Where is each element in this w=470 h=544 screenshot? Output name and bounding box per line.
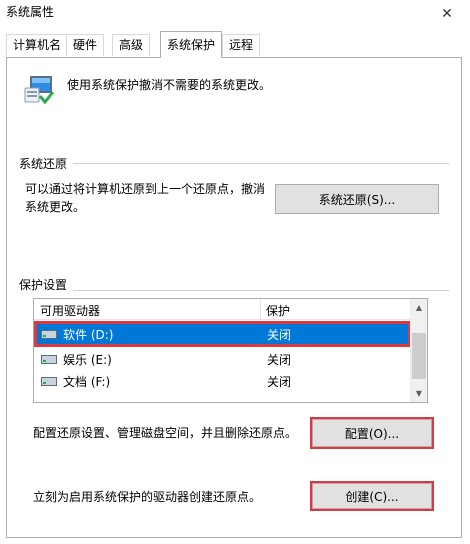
drive-row-f[interactable]: 文档 (F:) 关闭 [35, 370, 410, 392]
tab-remote[interactable]: 远程 [222, 34, 261, 56]
drive-icon [41, 377, 57, 386]
title-bar: 系统属性 ✕ [0, 0, 470, 28]
configure-button[interactable]: 配置(O)... [310, 417, 434, 449]
header-description: 使用系统保护撤消不需要的系统更改。 [67, 78, 272, 92]
window-title: 系统属性 [6, 5, 55, 19]
close-button[interactable]: ✕ [424, 0, 470, 28]
selected-row-highlight [34, 321, 411, 347]
drive-list[interactable]: 可用驱动器 保护 软件 (D:) 关闭 娱乐 (E:) 关闭 文档 (F:) 关… [33, 298, 428, 403]
config-description: 配置还原设置、管理磁盘空间，并且删除还原点。 [33, 426, 298, 440]
drive-protection-status: 关闭 [267, 353, 292, 367]
system-restore-button[interactable]: 系统还原(S)... [275, 184, 439, 214]
tab-advanced[interactable]: 高级 [112, 34, 151, 56]
protection-group-line [19, 290, 449, 291]
column-header-protection[interactable]: 保护 [266, 302, 290, 319]
drive-name: 文档 (F:) [63, 375, 111, 389]
drive-name: 娱乐 (E:) [63, 353, 112, 367]
restore-group-line [19, 163, 449, 164]
tab-system-protection[interactable]: 系统保护 [160, 31, 223, 58]
create-button[interactable]: 创建(C)... [310, 481, 434, 511]
tab-computer-name[interactable]: 计算机名 [6, 34, 69, 56]
system-protection-icon [24, 76, 55, 105]
restore-description: 可以通过将计算机还原到上一个还原点，撤消系统更改。 [25, 182, 266, 214]
scroll-up-icon[interactable]: ▲ [411, 299, 427, 316]
scroll-thumb[interactable] [412, 333, 426, 379]
tab-hardware[interactable]: 硬件 [66, 34, 105, 56]
column-header-drives[interactable]: 可用驱动器 [40, 302, 100, 319]
list-header: 可用驱动器 保护 [34, 299, 411, 320]
list-scrollbar[interactable]: ▲ ▼ [410, 299, 427, 402]
protection-group-label: 保护设置 [19, 276, 74, 293]
drive-icon [41, 355, 57, 364]
close-icon: ✕ [441, 6, 453, 22]
create-description: 立刻为启用系统保护的驱动器创建还原点。 [33, 490, 262, 504]
drive-row-e[interactable]: 娱乐 (E:) 关闭 [35, 348, 410, 370]
scroll-down-icon[interactable]: ▼ [411, 385, 427, 402]
drive-protection-status: 关闭 [267, 375, 292, 389]
restore-group-label: 系统还原 [19, 155, 74, 172]
tab-panel: 使用系统保护撤消不需要的系统更改。 系统还原 可以通过将计算机还原到上一个还原点… [6, 57, 462, 538]
column-separator[interactable] [260, 299, 261, 320]
